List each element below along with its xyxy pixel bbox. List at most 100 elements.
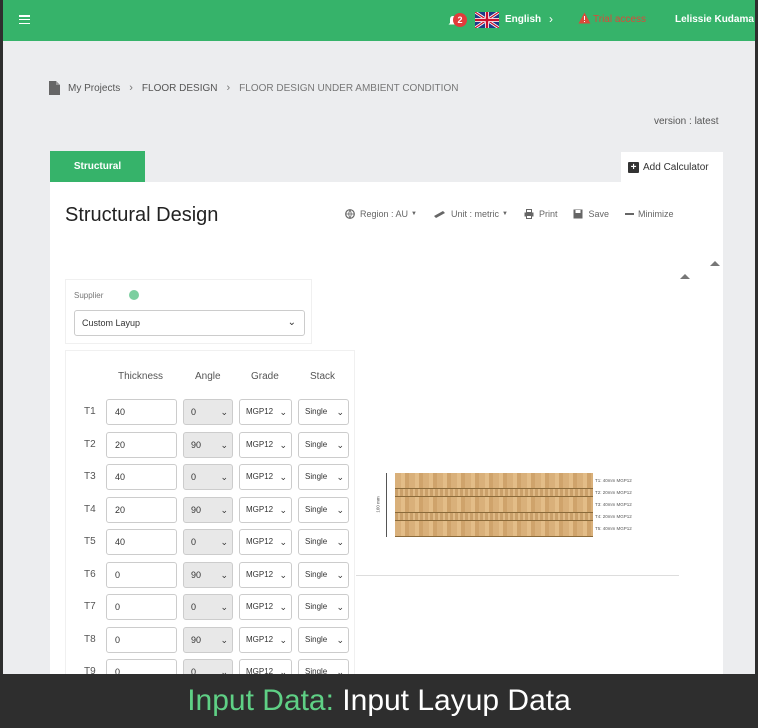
layer-dimension-label: T5: 40mm MGP12 <box>595 526 632 531</box>
total-height-label: 160 mm <box>375 496 381 513</box>
chevron-down-icon: ⌄ <box>220 439 228 450</box>
save-button[interactable]: Save <box>573 209 609 219</box>
stack-select[interactable]: Single ⌄ <box>298 659 349 674</box>
column-header-thickness: Thickness <box>118 371 164 382</box>
grade-select[interactable]: MGP12 ⌄ <box>239 496 292 523</box>
warning-icon <box>578 12 591 24</box>
stack-select[interactable]: Single ⌄ <box>298 594 349 620</box>
tab-structural[interactable]: Structural <box>50 151 145 182</box>
stack-select[interactable]: Single ⌄ <box>298 464 349 490</box>
chevron-down-icon: ⌄ <box>220 407 228 417</box>
document-icon <box>49 81 60 95</box>
breadcrumb-my-projects[interactable]: My Projects <box>68 83 120 94</box>
grade-select[interactable]: MGP12 ⌄ <box>239 626 292 653</box>
layer-dimension-label: T4: 20mm MGP12 <box>595 514 632 519</box>
thickness-input[interactable]: 20 <box>106 496 177 523</box>
stack-select[interactable]: Single ⌄ <box>298 399 349 425</box>
layer-label: T2 <box>84 438 96 450</box>
chevron-right-icon[interactable]: › <box>549 12 553 26</box>
thickness-input[interactable]: 40 <box>106 529 177 555</box>
notification-button[interactable]: 2 <box>447 11 469 29</box>
clt-layer <box>395 513 593 521</box>
supplier-select[interactable]: Custom Layup ⌄ <box>74 310 305 336</box>
thickness-input[interactable]: 0 <box>106 561 177 588</box>
print-label: Print <box>538 209 558 219</box>
printer-icon <box>524 209 534 219</box>
stack-select[interactable]: Single ⌄ <box>298 529 349 555</box>
scroll-up-icon[interactable] <box>710 261 720 266</box>
stack-select[interactable]: Single ⌄ <box>298 561 349 588</box>
grade-select[interactable]: MGP12 ⌄ <box>239 561 292 588</box>
ruler-icon <box>433 211 445 218</box>
chevron-down-icon: ⌄ <box>220 667 228 674</box>
height-dimension-line <box>386 473 387 537</box>
thickness-input[interactable]: 40 <box>106 399 177 425</box>
angle-select[interactable]: 90 ⌄ <box>183 431 233 458</box>
layer-label: T1 <box>84 406 96 417</box>
thickness-input[interactable]: 40 <box>106 464 177 490</box>
stack-select[interactable]: Single ⌄ <box>298 431 349 458</box>
unit-selector[interactable]: Unit : metric ▼ <box>433 209 508 219</box>
top-bar: 2 English › Trial access Lelissie Kudama <box>3 0 755 41</box>
chevron-down-icon: ⌄ <box>336 407 344 417</box>
table-row: T5 40 0 ⌄ MGP12 ⌄ Single ⌄ <box>66 529 356 555</box>
angle-value: 0 <box>191 602 197 612</box>
clt-layer <box>395 473 593 489</box>
panel-toolbar: Region : AU ▼ Unit : metric ▼ Print Save M… <box>345 209 690 219</box>
print-button[interactable]: Print <box>524 209 558 219</box>
grade-select[interactable]: MGP12 ⌄ <box>239 464 292 490</box>
angle-select[interactable]: 0 ⌄ <box>183 659 233 674</box>
table-row: T6 0 90 ⌄ MGP12 ⌄ Single ⌄ <box>66 561 356 588</box>
layer-label: T7 <box>84 601 96 612</box>
add-calculator-button[interactable]: + Add Calculator <box>621 152 723 182</box>
angle-value: 90 <box>191 634 202 645</box>
chevron-down-icon: ⌄ <box>336 504 344 515</box>
minimize-button[interactable]: Minimize <box>624 209 674 219</box>
breadcrumb: My Projects › FLOOR DESIGN › FLOOR DESIG… <box>49 81 458 95</box>
user-name[interactable]: Lelissie Kudama <box>675 14 754 25</box>
stack-value: Single <box>305 439 328 449</box>
caret-down-icon: ▼ <box>502 211 508 217</box>
chevron-down-icon: ⌄ <box>279 634 287 645</box>
floppy-disk-icon <box>573 209 583 219</box>
collapse-up-icon[interactable] <box>680 274 690 279</box>
grade-select[interactable]: MGP12 ⌄ <box>239 431 292 458</box>
layer-dimension-label: T1: 40mm MGP12 <box>595 478 632 483</box>
trial-status[interactable]: Trial access <box>593 14 646 25</box>
stack-value: Single <box>305 634 328 644</box>
stack-select[interactable]: Single ⌄ <box>298 496 349 523</box>
stack-value: Single <box>305 537 328 546</box>
language-selector[interactable]: English <box>505 14 541 25</box>
angle-value: 0 <box>191 407 197 417</box>
chevron-down-icon: ⌄ <box>279 667 287 674</box>
grade-select[interactable]: MGP12 ⌄ <box>239 529 292 555</box>
angle-select[interactable]: 0 ⌄ <box>183 529 233 555</box>
notification-count-badge: 2 <box>453 13 467 27</box>
stack-select[interactable]: Single ⌄ <box>298 626 349 653</box>
plus-square-icon: + <box>628 161 639 173</box>
chevron-down-icon: ⌄ <box>220 472 228 482</box>
angle-select[interactable]: 0 ⌄ <box>183 594 233 620</box>
angle-select[interactable]: 0 ⌄ <box>183 399 233 425</box>
chevron-down-icon: ⌄ <box>336 569 344 580</box>
grade-select[interactable]: MGP12 ⌄ <box>239 659 292 674</box>
breadcrumb-floor-design[interactable]: FLOOR DESIGN <box>142 83 218 94</box>
angle-select[interactable]: 90 ⌄ <box>183 626 233 653</box>
region-selector[interactable]: Region : AU ▼ <box>345 209 417 219</box>
chevron-down-icon: ⌄ <box>279 504 287 515</box>
thickness-input[interactable]: 0 <box>106 626 177 653</box>
hamburger-menu-icon[interactable] <box>19 15 30 25</box>
angle-select[interactable]: 90 ⌄ <box>183 496 233 523</box>
layer-label: T4 <box>84 503 96 515</box>
info-icon[interactable] <box>129 290 139 300</box>
thickness-input[interactable]: 0 <box>106 659 177 674</box>
thickness-input[interactable]: 0 <box>106 594 177 620</box>
grade-select[interactable]: MGP12 ⌄ <box>239 594 292 620</box>
clt-layer <box>395 521 593 537</box>
angle-select[interactable]: 0 ⌄ <box>183 464 233 490</box>
uk-flag-icon[interactable] <box>475 12 499 28</box>
angle-value: 90 <box>191 504 202 515</box>
thickness-input[interactable]: 20 <box>106 431 177 458</box>
grade-select[interactable]: MGP12 ⌄ <box>239 399 292 425</box>
angle-select[interactable]: 90 ⌄ <box>183 561 233 588</box>
